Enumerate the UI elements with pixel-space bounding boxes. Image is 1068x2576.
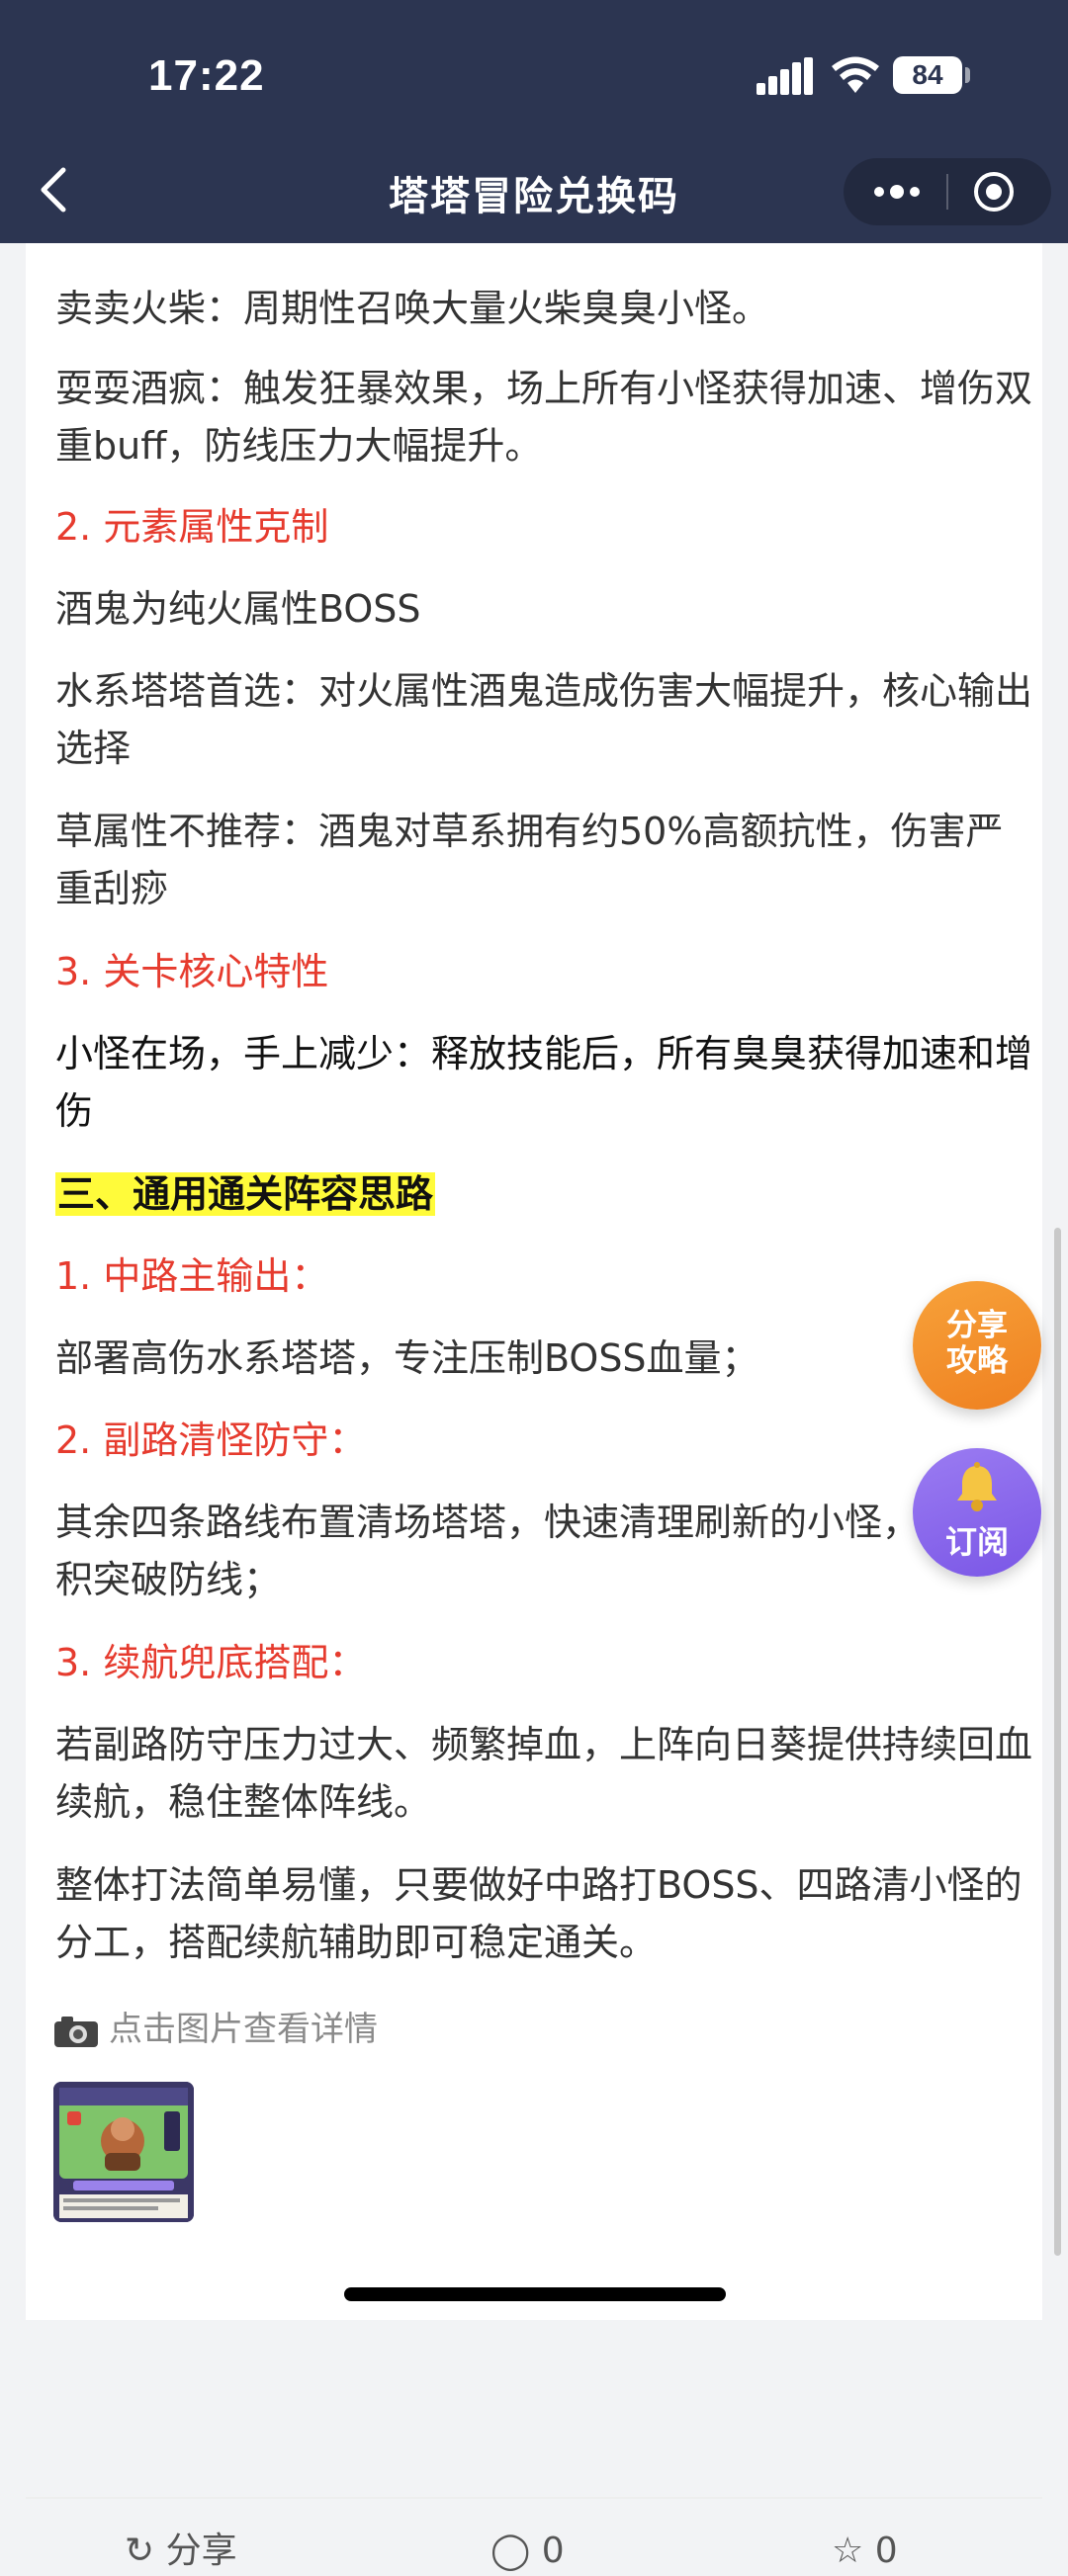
- paragraph: 小怪在场，手上减少：释放技能后，所有臭臭获得加速和增伤: [55, 1032, 1033, 1133]
- article-card: 卖卖火柴：周期性召唤大量火柴臭臭小怪。 耍耍酒疯：触发狂暴效果，场上所有小怪获得…: [26, 243, 1042, 2571]
- paragraph: 水系塔塔首选：对火属性酒鬼造成伤害大幅提升，核心输出选择: [55, 669, 1033, 770]
- share-icon: ↻: [125, 2531, 155, 2571]
- like-button[interactable]: ☆ 0: [832, 2527, 898, 2576]
- more-icon[interactable]: [844, 158, 946, 225]
- cellular-signal-icon: [756, 57, 813, 95]
- subscribe-label: 订阅: [944, 1523, 1009, 1561]
- comment-icon: ◯: [490, 2531, 531, 2571]
- status-time: 17:22: [148, 51, 265, 100]
- photo-tip-label: 点击图片查看详情: [109, 2010, 378, 2049]
- photo-tip[interactable]: 点击图片查看详情: [53, 2005, 378, 2054]
- wifi-icon: [832, 56, 879, 93]
- app-header: 17:22 84 塔塔冒险兑换码: [0, 0, 1068, 243]
- section-heading: 3. 关卡核心特性: [55, 950, 329, 993]
- paragraph: 卖卖火柴：周期性召唤大量火柴臭臭小怪。: [55, 287, 770, 330]
- share-guide-label-1: 分享: [946, 1308, 1008, 1343]
- section-heading: 3. 续航兜底搭配：: [55, 1641, 367, 1684]
- battery-indicator: 84: [893, 56, 962, 94]
- close-target-icon[interactable]: [948, 158, 1051, 225]
- paragraph: 耍耍酒疯：触发狂暴效果，场上所有小怪获得加速、增伤双重buff，防线压力大幅提升…: [55, 367, 1033, 468]
- battery-tip: [965, 67, 970, 83]
- comment-button[interactable]: ◯ 0: [490, 2527, 565, 2576]
- section-heading: 2. 元素属性克制: [55, 505, 329, 549]
- share-guide-label-2: 攻略: [946, 1343, 1008, 1379]
- share-button[interactable]: ↻ 分享: [125, 2527, 237, 2576]
- paragraph: 部署高伤水系塔塔，专注压制BOSS血量；: [55, 1336, 759, 1380]
- section-heading: 1. 中路主输出：: [55, 1254, 329, 1298]
- chapter-heading: 三、通用通关阵容思路: [55, 1165, 1034, 1223]
- paragraph: 酒鬼为纯火属性BOSS: [55, 587, 421, 631]
- like-count: 0: [874, 2531, 898, 2571]
- share-label: 分享: [165, 2531, 237, 2571]
- action-bar-divider: [26, 2497, 1042, 2499]
- camera-icon: [54, 2016, 98, 2047]
- home-indicator: [344, 2287, 726, 2301]
- paragraph: 草属性不推荐：酒鬼对草系拥有约50%高额抗性，伤害严重刮痧: [55, 810, 1004, 910]
- paragraph: 整体打法简单易懂，只要做好中路打BOSS、四路清小怪的分工，搭配续航辅助即可稳定…: [55, 1863, 1023, 1964]
- paragraph: 若副路防守压力过大、频繁掉血，上阵向日葵提供持续回血续航，稳住整体阵线。: [55, 1723, 1033, 1824]
- bell-icon: [957, 1462, 997, 1511]
- share-guide-button[interactable]: 分享 攻略: [913, 1281, 1041, 1410]
- game-screenshot-thumbnail[interactable]: [53, 2082, 194, 2222]
- star-icon: ☆: [832, 2531, 864, 2571]
- comment-count: 0: [541, 2531, 565, 2571]
- paragraph: 其余四条路线布置清场塔塔，快速清理刷新的小怪，避免堆积突破防线；: [55, 1501, 1033, 1601]
- mini-program-capsule: [844, 158, 1051, 225]
- scrollbar[interactable]: [1054, 1228, 1061, 2256]
- subscribe-button[interactable]: 订阅: [913, 1448, 1041, 1577]
- section-heading: 2. 副路清怪防守：: [55, 1418, 367, 1462]
- highlighted-heading: 三、通用通关阵容思路: [55, 1172, 436, 1216]
